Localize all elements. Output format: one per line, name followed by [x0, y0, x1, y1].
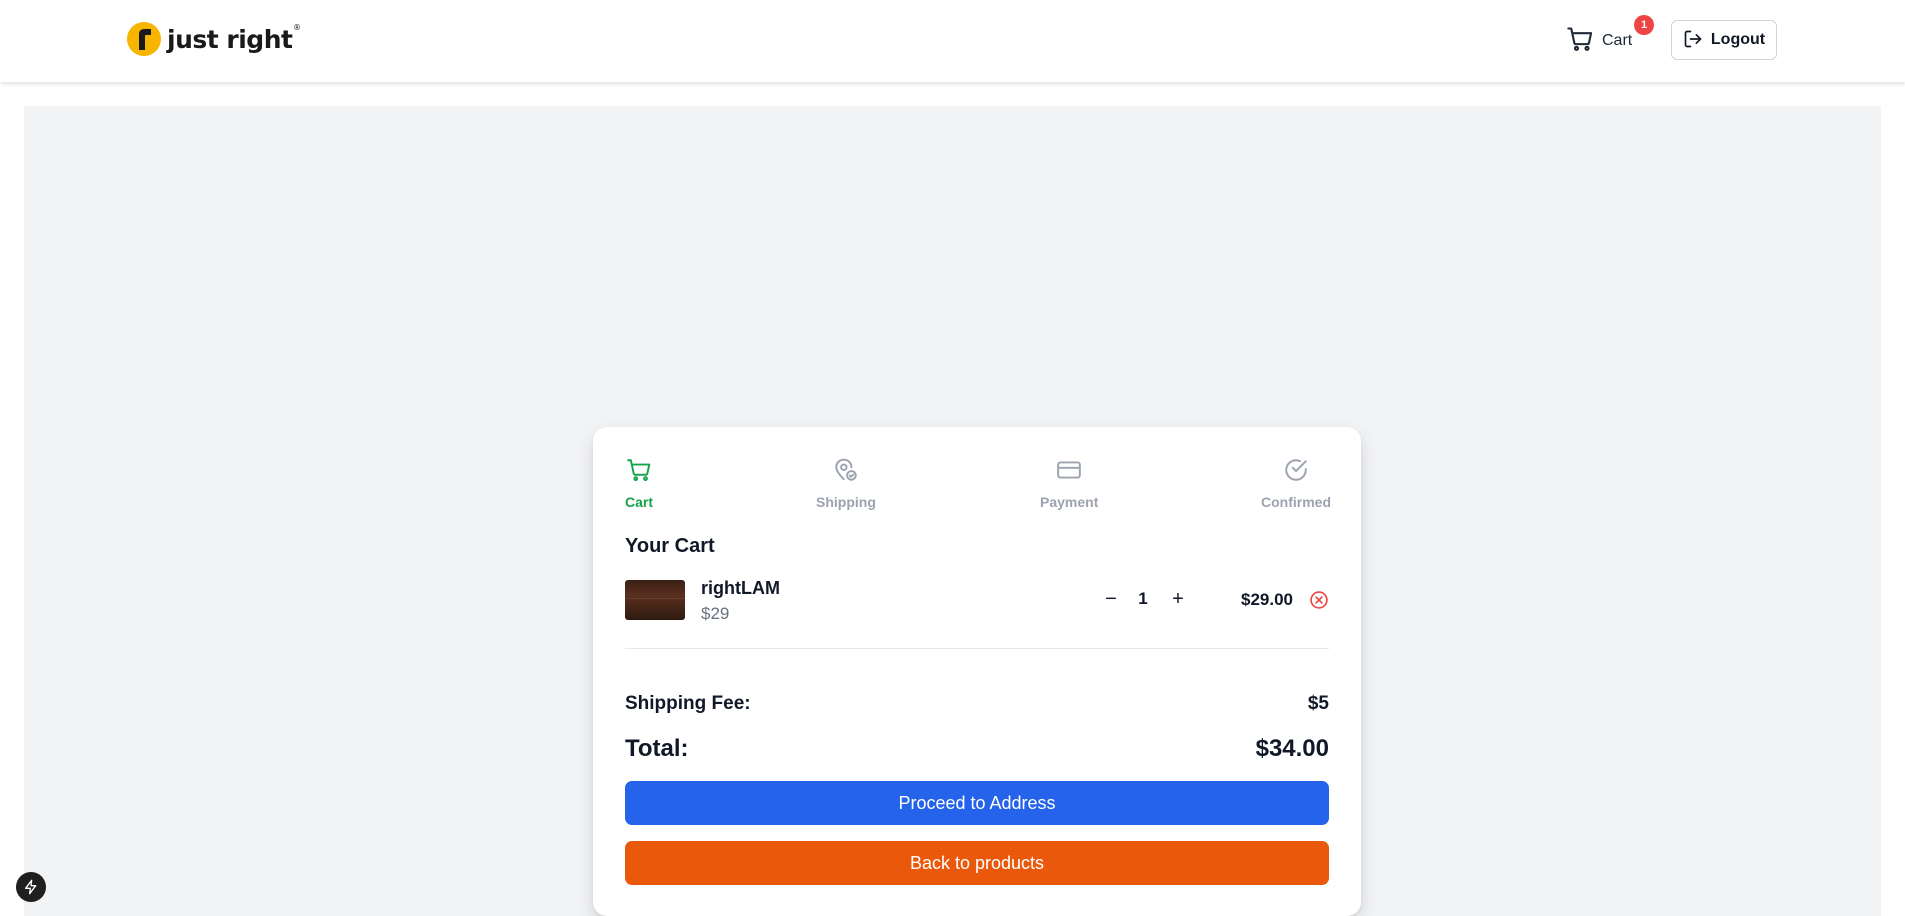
checkout-card: Cart Shipping Payment Confirmed Your Car… — [593, 427, 1361, 916]
quantity-value: 1 — [1138, 589, 1148, 608]
product-unit-price: $29 — [701, 604, 730, 623]
cart-icon — [626, 457, 652, 488]
brand-logo[interactable]: just right ® — [127, 22, 301, 56]
line-total: $29.00 — [1241, 590, 1293, 609]
logout-button[interactable]: Logout — [1671, 20, 1777, 60]
step-payment[interactable]: Payment — [1040, 457, 1098, 510]
step-cart[interactable]: Cart — [625, 457, 653, 510]
shipping-fee-value: $5 — [1307, 693, 1329, 714]
brand-name-text: just right — [167, 24, 293, 54]
back-to-products-button[interactable]: Back to products — [625, 841, 1329, 885]
step-shipping-label: Shipping — [816, 494, 876, 510]
step-cart-label: Cart — [625, 494, 654, 510]
top-nav: just right ® Cart 1 Logout — [0, 0, 1905, 82]
header-cart-link[interactable]: Cart 1 — [1566, 15, 1654, 58]
decrease-quantity-button[interactable]: − — [1099, 586, 1123, 612]
checkout-stepper: Cart Shipping Payment Confirmed — [593, 427, 1361, 527]
check-circle-icon — [1283, 457, 1309, 488]
proceed-to-address-button[interactable]: Proceed to Address — [625, 781, 1329, 825]
logout-label: Logout — [1710, 31, 1766, 48]
total-value: $34.00 — [1255, 735, 1329, 762]
brand-name: just right ® — [167, 23, 301, 54]
total-row: Total: $34.00 — [625, 735, 1329, 763]
credit-card-icon — [1056, 457, 1082, 488]
step-payment-label: Payment — [1040, 494, 1099, 510]
cart-icon — [1566, 25, 1594, 58]
logo-mark-icon — [127, 22, 161, 56]
cart-item: rightLAM $29 − 1 + $29.00 — [625, 578, 1329, 623]
logout-icon — [1683, 29, 1703, 52]
registered-mark: ® — [292, 22, 301, 32]
step-confirmed-label: Confirmed — [1261, 494, 1331, 510]
increase-quantity-button[interactable]: + — [1166, 586, 1190, 612]
step-shipping[interactable]: Shipping — [816, 457, 876, 510]
shipping-fee-label: Shipping Fee: — [625, 693, 751, 714]
step-confirmed[interactable]: Confirmed — [1261, 457, 1331, 510]
lightning-icon[interactable] — [16, 872, 46, 902]
shipping-fee-row: Shipping Fee: $5 — [625, 693, 1329, 715]
product-name[interactable]: rightLAM — [701, 578, 780, 599]
cart-count-badge: 1 — [1634, 15, 1654, 35]
product-thumbnail[interactable] — [625, 580, 685, 620]
map-pin-icon — [833, 457, 859, 488]
cart-divider — [625, 648, 1329, 649]
main-content: Cart Shipping Payment Confirmed Your Car… — [24, 106, 1881, 916]
total-label: Total: — [625, 735, 689, 762]
cart-label: Cart — [1602, 32, 1633, 49]
cart-heading: Your Cart — [625, 535, 715, 557]
remove-item-icon[interactable] — [1309, 590, 1329, 610]
